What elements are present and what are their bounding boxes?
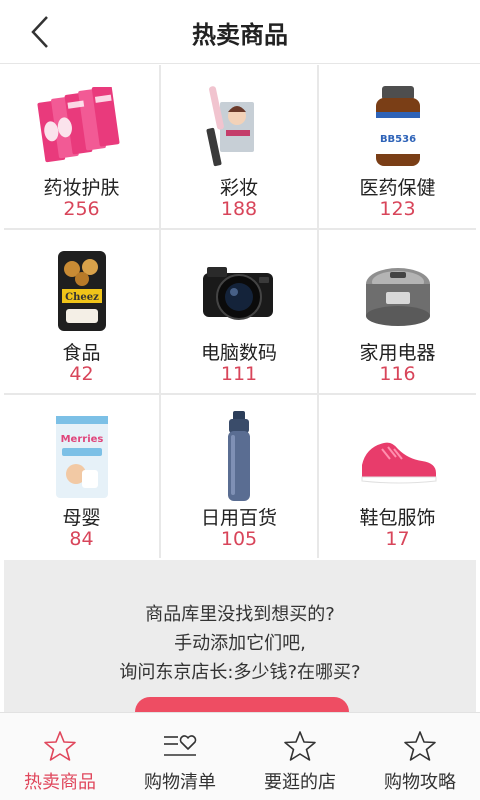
list-heart-icon xyxy=(164,735,197,756)
category-name: 电脑数码 xyxy=(200,342,277,364)
tab-label: 购物清单 xyxy=(144,772,216,793)
tab-label: 要逛的店 xyxy=(264,772,336,793)
tab-hot-products[interactable]: 热卖商品 xyxy=(0,713,120,800)
category-card-daily[interactable]: 日用百货 105 xyxy=(161,395,317,558)
tab-stores-to-visit[interactable]: 要逛的店 xyxy=(240,713,360,800)
category-count: 17 xyxy=(385,528,410,550)
category-name: 药妆护肤 xyxy=(43,177,120,199)
category-card-skincare[interactable]: 药妆护肤 256 xyxy=(4,65,159,228)
category-count: 42 xyxy=(69,363,94,385)
skincare-product-image xyxy=(4,77,159,177)
category-count: 123 xyxy=(379,198,416,220)
category-count: 84 xyxy=(69,528,94,550)
category-count: 116 xyxy=(379,363,416,385)
food-product-image: Cheez xyxy=(4,242,159,342)
category-count: 105 xyxy=(220,528,258,550)
thermos-product-image xyxy=(161,407,317,507)
category-grid: 药妆护肤 256 彩妆 188 BB536 医药保健 123 Cheez 食品 … xyxy=(4,65,476,558)
top-bar: 热卖商品 xyxy=(0,0,480,64)
category-card-appliance[interactable]: 家用电器 116 xyxy=(319,230,476,393)
diaper-product-image: Merries xyxy=(4,407,159,507)
category-card-health[interactable]: BB536 医药保健 123 xyxy=(319,65,476,228)
page-title: 热卖商品 xyxy=(192,21,288,49)
tab-label: 热卖商品 xyxy=(24,772,96,793)
snack-label: Cheez xyxy=(65,292,99,303)
category-count: 188 xyxy=(220,198,258,220)
tab-label: 购物攻略 xyxy=(384,772,456,793)
category-card-fashion[interactable]: 鞋包服饰 17 xyxy=(319,395,476,558)
category-name: 彩妆 xyxy=(219,177,258,199)
star-icon xyxy=(284,731,316,761)
bottle-label: BB536 xyxy=(379,134,415,145)
promo-text: 商品库里没找到想买的? 手动添加它们吧, 询问东京店长:多少钱?在哪买? xyxy=(4,600,476,687)
category-card-digital[interactable]: 电脑数码 111 xyxy=(161,230,317,393)
promo-line: 询问东京店长:多少钱?在哪买? xyxy=(119,662,361,683)
bottom-tab-bar: 热卖商品 购物清单 要逛的店 购物攻略 xyxy=(0,712,480,800)
category-name: 鞋包服饰 xyxy=(359,507,436,529)
category-name: 医药保健 xyxy=(359,177,436,199)
star-icon xyxy=(404,731,436,761)
category-name: 日用百货 xyxy=(200,507,277,529)
promo-line: 手动添加它们吧, xyxy=(174,633,306,654)
sneaker-product-image xyxy=(319,407,476,507)
category-name: 母婴 xyxy=(62,507,101,529)
makeup-product-image xyxy=(161,77,317,177)
promo-line: 商品库里没找到想买的? xyxy=(145,604,335,625)
tab-shopping-list[interactable]: 购物清单 xyxy=(120,713,240,800)
tab-shopping-guide[interactable]: 购物攻略 xyxy=(360,713,480,800)
camera-product-image xyxy=(161,242,317,342)
category-name: 食品 xyxy=(62,342,101,364)
diaper-brand: Merries xyxy=(60,434,103,445)
category-card-food[interactable]: Cheez 食品 42 xyxy=(4,230,159,393)
category-name: 家用电器 xyxy=(359,342,436,364)
category-count: 111 xyxy=(220,363,258,385)
category-card-baby[interactable]: Merries 母婴 84 xyxy=(4,395,159,558)
add-item-promo: 商品库里没找到想买的? 手动添加它们吧, 询问东京店长:多少钱?在哪买? xyxy=(4,560,476,727)
star-icon xyxy=(44,731,76,761)
category-card-makeup[interactable]: 彩妆 188 xyxy=(161,65,317,228)
health-product-image: BB536 xyxy=(319,77,476,177)
rice-cooker-image xyxy=(319,242,476,342)
category-count: 256 xyxy=(63,198,100,220)
